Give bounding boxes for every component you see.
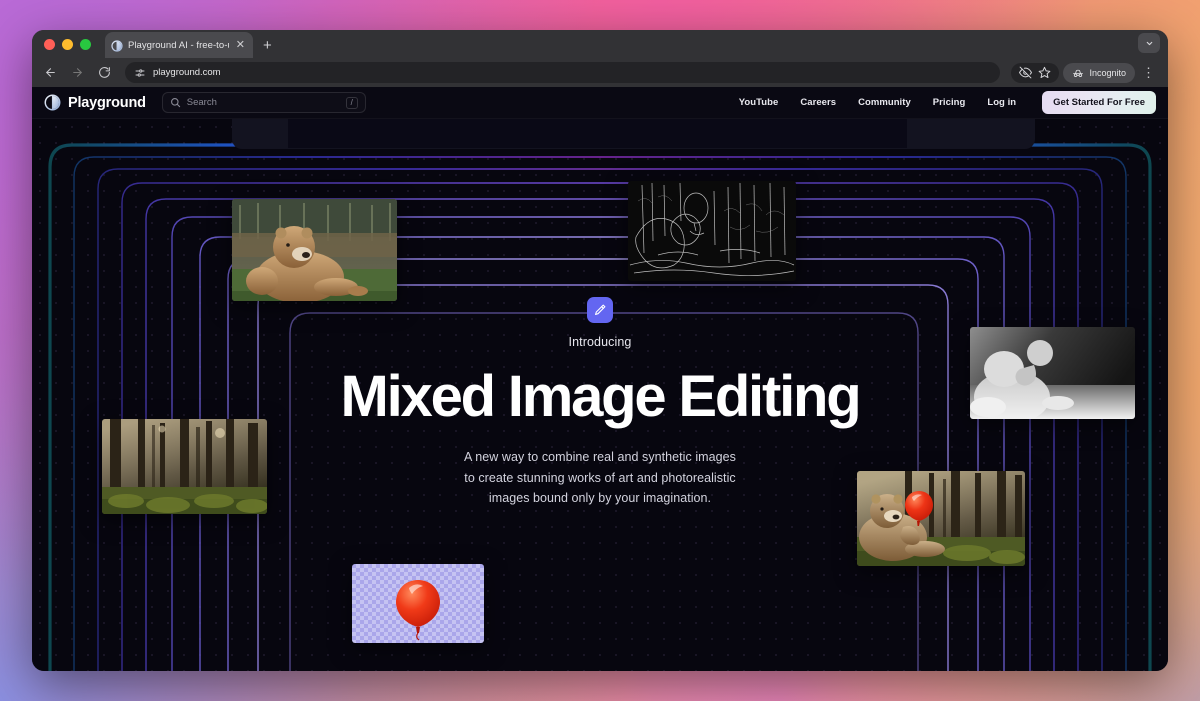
hero-subtitle-line-2: to create stunning works of art and phot… xyxy=(464,470,736,485)
kebab-menu-icon[interactable]: ⋮ xyxy=(1139,66,1158,79)
get-started-button[interactable]: Get Started For Free xyxy=(1042,91,1156,114)
toolbar-actions: Incognito ⋮ xyxy=(1011,62,1158,83)
site-nav: YouTube Careers Community Pricing Log in… xyxy=(739,91,1156,114)
hero-eyebrow: Introducing xyxy=(568,335,632,349)
nav-item-youtube[interactable]: YouTube xyxy=(739,97,779,108)
edge-map-image xyxy=(628,181,796,281)
maximize-window-button[interactable] xyxy=(80,38,91,50)
bear-photo xyxy=(232,199,397,301)
hero-subtitle-line-1: A new way to combine real and synthetic … xyxy=(464,450,736,465)
search-shortcut-badge: / xyxy=(345,96,358,109)
close-icon[interactable]: ✕ xyxy=(234,39,247,51)
star-icon[interactable] xyxy=(1038,66,1051,79)
browser-window: Playground AI - free-to-use o ✕ + xyxy=(32,30,1168,671)
arrow-left-icon[interactable] xyxy=(42,65,58,81)
incognito-icon xyxy=(1072,67,1084,79)
page-content: Playground Search / YouTube Careers Comm… xyxy=(32,87,1168,671)
hero-text-block: Introducing Mixed Image Editing A new wa… xyxy=(32,297,1168,508)
arrow-right-icon[interactable] xyxy=(69,65,85,81)
close-window-button[interactable] xyxy=(44,38,55,50)
site-header: Playground Search / YouTube Careers Comm… xyxy=(32,87,1168,119)
toolbar-action-pill xyxy=(1011,62,1060,83)
brand-name: Playground xyxy=(68,94,146,111)
search-placeholder: Search xyxy=(186,97,217,108)
browser-tab-strip: Playground AI - free-to-use o ✕ + xyxy=(32,30,1168,58)
nav-item-login[interactable]: Log in xyxy=(987,97,1016,108)
browser-toolbar: playground.com Incognito ⋮ xyxy=(32,58,1168,87)
window-traffic-lights xyxy=(44,30,105,58)
playground-logo-icon xyxy=(44,94,61,111)
page-settings-icon[interactable] xyxy=(134,67,146,79)
playground-logo-icon xyxy=(111,39,123,52)
minimize-window-button[interactable] xyxy=(62,38,73,50)
eye-off-icon[interactable] xyxy=(1019,66,1033,79)
reload-icon[interactable] xyxy=(96,65,112,81)
brand[interactable]: Playground xyxy=(44,94,146,111)
nav-item-careers[interactable]: Careers xyxy=(800,97,836,108)
search-icon xyxy=(170,97,181,108)
browser-tab-title: Playground AI - free-to-use o xyxy=(128,39,229,51)
nav-item-pricing[interactable]: Pricing xyxy=(933,97,966,108)
nav-item-community[interactable]: Community xyxy=(858,97,911,108)
chevron-down-icon[interactable] xyxy=(1138,33,1160,53)
incognito-label: Incognito xyxy=(1089,67,1126,78)
search-input[interactable]: Search / xyxy=(161,92,366,113)
magic-wand-icon xyxy=(587,297,613,323)
hero-section: Introducing Mixed Image Editing A new wa… xyxy=(32,118,1168,671)
new-tab-button[interactable]: + xyxy=(263,37,272,54)
page-title: Mixed Image Editing xyxy=(340,364,862,429)
incognito-badge[interactable]: Incognito xyxy=(1063,62,1135,83)
address-bar-url: playground.com xyxy=(153,67,221,78)
hero-subtitle-line-3: images bound only by your imagination. xyxy=(488,491,712,506)
hero-subtitle: A new way to combine real and synthetic … xyxy=(32,447,1168,508)
address-bar[interactable]: playground.com xyxy=(125,62,1001,83)
balloon-cutout-image xyxy=(352,564,484,643)
browser-tab[interactable]: Playground AI - free-to-use o ✕ xyxy=(105,32,253,58)
top-panel-inner-decoration xyxy=(288,118,907,148)
